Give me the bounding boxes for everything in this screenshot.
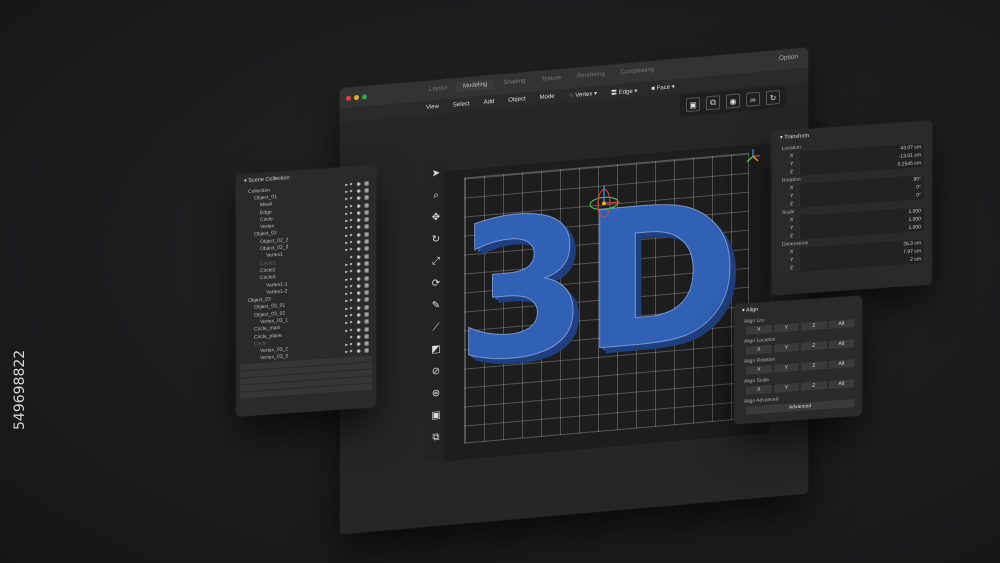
scene-tree: Collection ▸✦ ◉ ▦ Object_01 ▸✦ ◉ ▦ Mesh ▸✦ ◉ … <box>236 179 376 364</box>
pivot-icon[interactable]: ◉ <box>726 93 740 109</box>
transform-icon[interactable]: ⟳ <box>429 275 443 290</box>
align-axis-button[interactable]: X <box>746 364 772 375</box>
maximize-dot[interactable] <box>362 93 367 100</box>
scale-icon[interactable]: ⤢ <box>429 253 443 268</box>
visibility-icons[interactable]: ▸✦ ◉ ▦ <box>345 348 370 356</box>
edge-icon: 〓 <box>611 89 619 97</box>
refresh-icon[interactable]: ↻ <box>766 89 780 106</box>
align-axis-button[interactable]: Y <box>773 382 799 393</box>
tab-texture[interactable]: Texture <box>534 73 568 86</box>
transform-panel: ▾ Transform Location X 43.07 cm Y -13.01 c… <box>772 120 932 296</box>
tab-modeling[interactable]: Modeling <box>456 78 495 93</box>
menu-object[interactable]: Object <box>508 96 525 104</box>
move-icon[interactable]: ✥ <box>429 209 443 224</box>
menu-add[interactable]: Add <box>484 99 495 106</box>
tab-rendering[interactable]: Rendering <box>570 69 612 83</box>
loop-cut-icon[interactable]: ⧉ <box>429 429 443 444</box>
transform-gizmo-icon[interactable] <box>584 182 624 225</box>
search-icon[interactable]: ⌕ <box>429 187 443 202</box>
close-dot[interactable] <box>346 95 351 101</box>
add-cube-icon[interactable]: ▣ <box>429 407 443 422</box>
link-icon[interactable]: ∞ <box>746 91 760 107</box>
snap-icon[interactable]: ⧉ <box>706 95 720 111</box>
axis-label: Z <box>790 201 794 208</box>
align-axis-button[interactable]: Z <box>801 361 827 371</box>
tab-layout[interactable]: Layout <box>422 82 454 95</box>
align-axis-button[interactable]: Z <box>801 341 827 351</box>
axis-label: Z <box>790 265 794 272</box>
align-axis-button[interactable]: All <box>828 339 854 349</box>
minimize-dot[interactable] <box>354 94 359 100</box>
align-axis-button[interactable]: Y <box>773 342 799 353</box>
align-axis-button[interactable]: All <box>828 319 854 329</box>
tab-shading[interactable]: Shading <box>496 76 532 89</box>
vertex-select[interactable]: ⁘ Vertex ▾ <box>569 89 597 98</box>
rotate-icon[interactable]: ↻ <box>429 231 443 246</box>
align-axis-button[interactable]: X <box>746 324 772 335</box>
face-select[interactable]: ■ Face ▾ <box>651 83 674 92</box>
align-axis-button[interactable]: X <box>746 384 772 395</box>
align-axis-button[interactable]: All <box>828 359 854 369</box>
align-axis-button[interactable]: All <box>828 379 854 389</box>
align-axis-button[interactable]: Y <box>773 362 799 373</box>
cursor-icon[interactable]: ➤ <box>429 165 443 180</box>
measure-icon[interactable]: ⟋ <box>429 319 443 334</box>
tab-compositing[interactable]: Compositing <box>614 64 661 78</box>
edge-select[interactable]: 〓 Edge ▾ <box>611 85 637 96</box>
scene-collection-panel: ▾ Scene Collection Collection ▸✦ ◉ ▦ Objec… <box>236 165 376 417</box>
align-axis-button[interactable]: Y <box>773 322 799 333</box>
align-axis-button[interactable]: X <box>746 344 772 355</box>
menu-view[interactable]: View <box>426 104 439 111</box>
menu-select[interactable]: Select <box>453 101 470 108</box>
axis-gizmo-icon[interactable] <box>745 148 761 165</box>
frame-icon[interactable]: ▣ <box>686 96 700 113</box>
bevel-icon[interactable]: ⊛ <box>429 385 443 400</box>
align-axis-button[interactable]: Z <box>801 381 827 391</box>
align-panel: ▾ Align Align Loc X Y Z All Align Location X Y Z… <box>734 295 862 425</box>
knife-icon[interactable]: ⊘ <box>429 363 443 378</box>
annotate-icon[interactable]: ✎ <box>429 297 443 312</box>
extrude-icon[interactable]: ◩ <box>429 341 443 356</box>
option-button[interactable]: Option <box>779 53 798 62</box>
main-window: Layout Modeling Shading Texture Renderin… <box>340 47 808 535</box>
3d-viewport[interactable]: 3D <box>444 142 769 462</box>
menu-mode[interactable]: Mode <box>540 94 555 101</box>
stock-id: 549698822 <box>12 349 28 430</box>
align-groups: Align Loc X Y Z All Align Location X Y Z All Align… <box>734 310 862 396</box>
align-axis-button[interactable]: Z <box>801 321 827 331</box>
